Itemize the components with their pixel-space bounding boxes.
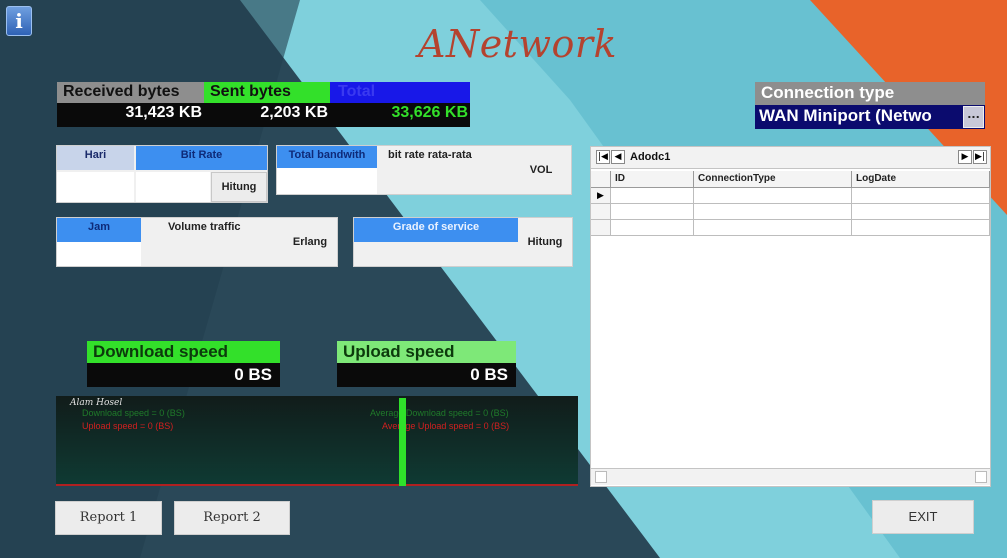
- exit-button[interactable]: EXIT: [872, 500, 974, 534]
- nav-next-button[interactable]: ▶: [958, 150, 972, 164]
- info-icon[interactable]: i: [6, 6, 32, 36]
- graph-download-text: Download speed = 0 (BS): [82, 408, 185, 418]
- row-selector[interactable]: [591, 220, 611, 236]
- app-logo: ANetwork: [418, 22, 618, 66]
- graph-title: Alam Hosel: [70, 398, 123, 408]
- graph-speed-bar: [399, 398, 406, 486]
- vol-button[interactable]: VOL: [512, 148, 570, 192]
- upload-speed-label: Upload speed: [337, 341, 516, 363]
- total-bytes-value: 33,626 KB: [391, 104, 469, 121]
- grid-corner: [591, 171, 611, 188]
- column-header-logdate[interactable]: LogDate: [852, 171, 990, 188]
- grid-cell[interactable]: [694, 204, 852, 220]
- erlang-button[interactable]: Erlang: [284, 220, 336, 264]
- total-label: Total: [330, 82, 470, 103]
- connection-browse-button[interactable]: ...: [963, 106, 984, 128]
- avg-bitrate-label: bit rate rata-rata: [388, 149, 472, 161]
- nav-first-button[interactable]: |◀: [596, 150, 610, 164]
- download-speed-value: 0 BS: [87, 363, 280, 387]
- volume-traffic-label: Volume traffic: [168, 221, 241, 233]
- scroll-left-arrow[interactable]: [595, 471, 607, 483]
- jam-label: Jam: [57, 218, 141, 242]
- nav-prev-button[interactable]: ◀: [611, 150, 625, 164]
- connection-type-select[interactable]: WAN Miniport (Netwo: [755, 105, 985, 129]
- bit-rate-label: Bit Rate: [136, 146, 267, 170]
- total-bandwidth-input[interactable]: [277, 168, 377, 194]
- received-bytes-label: Received bytes: [57, 82, 204, 103]
- column-header-connectiontype[interactable]: ConnectionType: [694, 171, 852, 188]
- sent-bytes-value: 2,203 KB: [260, 104, 328, 121]
- grade-of-service-label: Grade of service: [354, 218, 518, 242]
- received-bytes-value: 31,423 KB: [125, 104, 203, 121]
- grade-of-service-input[interactable]: [354, 242, 518, 266]
- row-selector[interactable]: [591, 204, 611, 220]
- total-bandwidth-label: Total bandwith: [277, 146, 377, 168]
- grid-cell[interactable]: [852, 188, 990, 204]
- grid-cell[interactable]: [852, 204, 990, 220]
- grid-cell[interactable]: [611, 220, 694, 236]
- report1-button[interactable]: Report 1: [55, 501, 162, 535]
- connection-type-label: Connection type: [755, 82, 985, 105]
- scroll-right-arrow[interactable]: [975, 471, 987, 483]
- row-selector[interactable]: ▶: [591, 188, 611, 204]
- graph-avg-download-text: Average Download speed = 0 (BS): [370, 408, 509, 418]
- grid-cell[interactable]: [611, 204, 694, 220]
- grid-cell[interactable]: [852, 220, 990, 236]
- grid-horizontal-scrollbar[interactable]: [591, 468, 990, 485]
- nav-last-button[interactable]: ▶|: [973, 150, 987, 164]
- grid-cell[interactable]: [611, 188, 694, 204]
- hari-input[interactable]: [57, 172, 134, 202]
- report2-button[interactable]: Report 2: [174, 501, 290, 535]
- grid-cell[interactable]: [694, 188, 852, 204]
- hari-label: Hari: [57, 146, 134, 170]
- grid-cell[interactable]: [694, 220, 852, 236]
- column-header-id[interactable]: ID: [611, 171, 694, 188]
- sent-bytes-label: Sent bytes: [204, 82, 330, 103]
- bit-rate-input[interactable]: [136, 172, 210, 202]
- hitung-bitrate-button[interactable]: Hitung: [211, 172, 267, 202]
- hitung-gos-button[interactable]: Hitung: [519, 220, 571, 264]
- adodc-caption: Adodc1: [630, 151, 671, 163]
- graph-upload-text: Upload speed = 0 (BS): [82, 421, 174, 431]
- jam-input[interactable]: [57, 242, 141, 266]
- download-speed-label: Download speed: [87, 341, 280, 363]
- upload-speed-value: 0 BS: [337, 363, 516, 387]
